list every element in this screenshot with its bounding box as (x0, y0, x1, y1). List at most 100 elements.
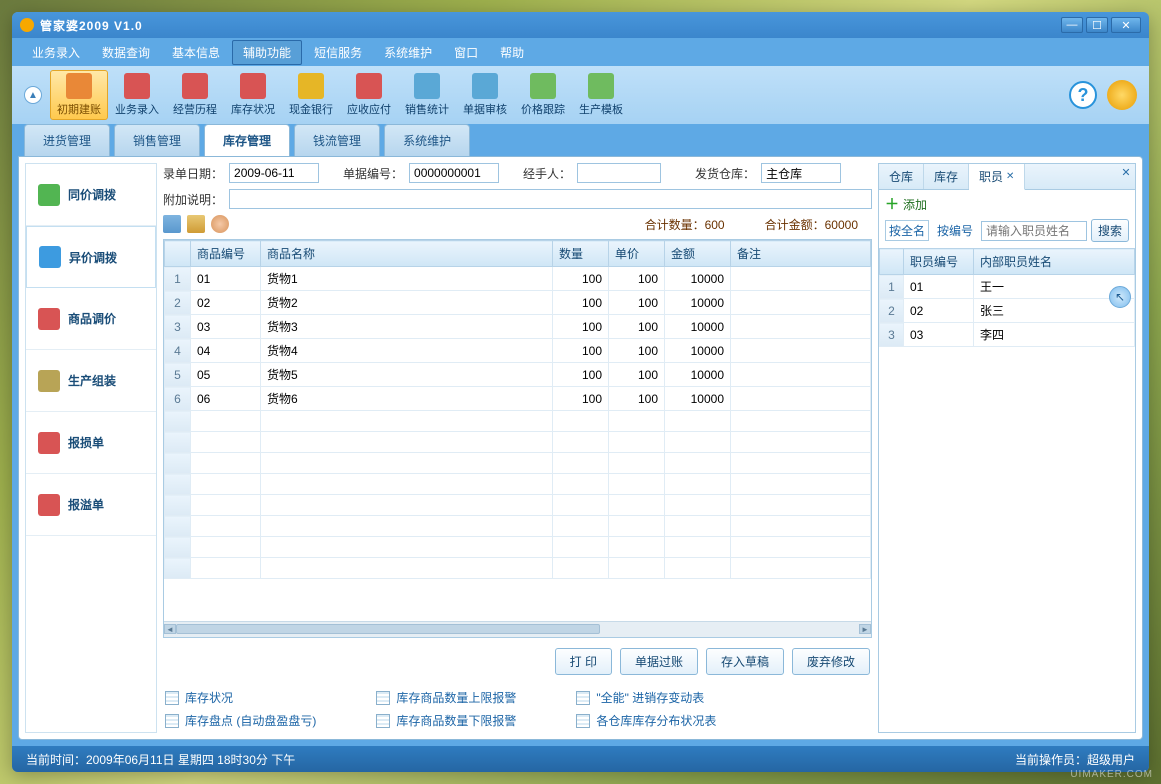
toolbar-3[interactable]: 库存状况 (224, 70, 282, 120)
side-tab-2[interactable]: 职员✕ (969, 164, 1025, 190)
toolbar-0[interactable]: 初期建账 (50, 70, 108, 120)
menu-2[interactable]: 基本信息 (162, 41, 230, 64)
side-close-icon[interactable]: ✕ (1119, 166, 1133, 180)
warehouse-label: 发货仓库： (695, 165, 755, 182)
add-button[interactable]: ＋ 添加 (879, 190, 1135, 219)
col-3[interactable]: 数量 (553, 241, 609, 267)
warehouse-input[interactable] (761, 163, 841, 183)
help-icon[interactable]: ? (1069, 81, 1097, 109)
leftnav-3[interactable]: 生产组装 (26, 350, 156, 412)
toolbar-9[interactable]: 生产模板 (572, 70, 630, 120)
goods-table[interactable]: 商品编号商品名称数量单价金额备注101货物110010010000202货物21… (164, 240, 871, 579)
col-6[interactable]: 备注 (731, 241, 871, 267)
discard-button[interactable]: 废弃修改 (792, 648, 870, 675)
quick-link[interactable]: 库存盘点 (自动盘盈盘亏) (165, 712, 316, 729)
leftnav-4[interactable]: 报损单 (26, 412, 156, 474)
quick-link[interactable]: 库存状况 (165, 689, 316, 706)
table-row-empty[interactable] (165, 516, 871, 537)
main-grid: 商品编号商品名称数量单价金额备注101货物110010010000202货物21… (163, 239, 872, 638)
filter-code[interactable]: 按编号 (933, 220, 977, 241)
side-row[interactable]: 202张三 (880, 299, 1135, 323)
col-0[interactable] (165, 241, 191, 267)
tab-2[interactable]: 库存管理 (204, 124, 290, 156)
col-4[interactable]: 单价 (609, 241, 665, 267)
side-col-0[interactable] (880, 249, 904, 275)
table-row-empty[interactable] (165, 558, 871, 579)
menu-6[interactable]: 窗口 (444, 41, 488, 64)
side-search-button[interactable]: 搜索 (1091, 219, 1129, 242)
handler-input[interactable] (577, 163, 661, 183)
table-row[interactable]: 404货物410010010000 (165, 339, 871, 363)
horizontal-scrollbar[interactable]: ◄ ► (164, 621, 871, 637)
maximize-button[interactable]: ☐ (1086, 17, 1108, 33)
handler-label: 经手人： (523, 165, 571, 182)
save-draft-button[interactable]: 存入草稿 (706, 648, 784, 675)
date-input[interactable] (229, 163, 319, 183)
leftnav-5[interactable]: 报溢单 (26, 474, 156, 536)
col-5[interactable]: 金额 (665, 241, 731, 267)
menu-1[interactable]: 数据查询 (92, 41, 160, 64)
toolbar-7[interactable]: 单据审核 (456, 70, 514, 120)
table-row[interactable]: 303货物310010010000 (165, 315, 871, 339)
minimize-button[interactable]: — (1061, 17, 1083, 33)
leftnav-0[interactable]: 同价调拨 (26, 164, 156, 226)
quick-link[interactable]: 各仓库库存分布状况表 (576, 712, 716, 729)
building-icon[interactable] (187, 215, 205, 233)
quick-link[interactable]: "全能" 进销存变动表 (576, 689, 716, 706)
menu-3[interactable]: 辅助功能 (232, 40, 302, 65)
table-row-empty[interactable] (165, 495, 871, 516)
side-grid[interactable]: 职员编号内部职员姓名101王一202张三303李四 ↖ (879, 248, 1135, 732)
collapse-toolbar-icon[interactable]: ▲ (24, 86, 42, 104)
person-icon[interactable] (211, 215, 229, 233)
side-tab-0[interactable]: 仓库 (879, 164, 924, 189)
toolbar-8[interactable]: 价格跟踪 (514, 70, 572, 120)
table-row-empty[interactable] (165, 474, 871, 495)
note-input[interactable] (229, 189, 872, 209)
table-row[interactable]: 202货物210010010000 (165, 291, 871, 315)
post-button[interactable]: 单据过账 (620, 648, 698, 675)
print-button[interactable]: 打 印 (555, 648, 612, 675)
leftnav-1[interactable]: 异价调拨 (26, 226, 156, 288)
scroll-up-arrow-icon[interactable]: ↖ (1109, 286, 1131, 308)
table-row-empty[interactable] (165, 453, 871, 474)
table-row[interactable]: 606货物610010010000 (165, 387, 871, 411)
toolbar-label-3: 库存状况 (231, 101, 275, 117)
side-row[interactable]: 303李四 (880, 323, 1135, 347)
table-row-empty[interactable] (165, 432, 871, 453)
side-col-1[interactable]: 职员编号 (904, 249, 974, 275)
side-tab-1[interactable]: 库存 (924, 164, 969, 189)
theme-brush-icon[interactable] (1107, 80, 1137, 110)
leftnav-2[interactable]: 商品调价 (26, 288, 156, 350)
toolbar-2[interactable]: 经营历程 (166, 70, 224, 120)
grid-icon[interactable] (163, 215, 181, 233)
titlebar[interactable]: 管家婆2009 V1.0 — ☐ ✕ (12, 12, 1149, 38)
col-1[interactable]: 商品编号 (191, 241, 261, 267)
tab-4[interactable]: 系统维护 (384, 124, 470, 156)
quick-link[interactable]: 库存商品数量上限报警 (376, 689, 516, 706)
side-search-input[interactable] (981, 221, 1087, 241)
side-col-2[interactable]: 内部职员姓名 (974, 249, 1135, 275)
menu-5[interactable]: 系统维护 (374, 41, 442, 64)
table-row[interactable]: 505货物510010010000 (165, 363, 871, 387)
table-row-empty[interactable] (165, 537, 871, 558)
col-2[interactable]: 商品名称 (261, 241, 553, 267)
side-row[interactable]: 101王一 (880, 275, 1135, 299)
toolbar-6[interactable]: 销售统计 (398, 70, 456, 120)
toolbar-1[interactable]: 业务录入 (108, 70, 166, 120)
tab-3[interactable]: 钱流管理 (294, 124, 380, 156)
table-row-empty[interactable] (165, 411, 871, 432)
close-button[interactable]: ✕ (1111, 17, 1141, 33)
menu-4[interactable]: 短信服务 (304, 41, 372, 64)
table-row[interactable]: 101货物110010010000 (165, 267, 871, 291)
menu-7[interactable]: 帮助 (490, 41, 534, 64)
toolbar-4[interactable]: 现金银行 (282, 70, 340, 120)
menu-0[interactable]: 业务录入 (22, 41, 90, 64)
tab-0[interactable]: 进货管理 (24, 124, 110, 156)
docno-input[interactable] (409, 163, 499, 183)
toolbar-5[interactable]: 应收应付 (340, 70, 398, 120)
toolbar-label-1: 业务录入 (115, 101, 159, 117)
tab-1[interactable]: 销售管理 (114, 124, 200, 156)
filter-fullname[interactable]: 按全名 (885, 220, 929, 241)
quick-link[interactable]: 库存商品数量下限报警 (376, 712, 516, 729)
tab-close-icon[interactable]: ✕ (1006, 171, 1014, 182)
